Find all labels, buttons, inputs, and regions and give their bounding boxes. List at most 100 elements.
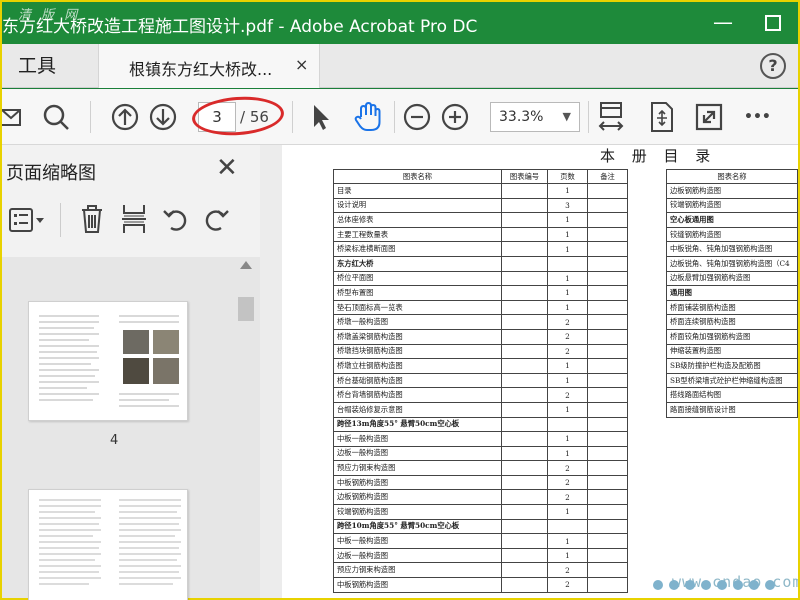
column-header: 图表名称 <box>333 169 502 184</box>
toc-entry-name: 铰缝钢筋构造图 <box>666 226 798 243</box>
table-row: 伸缩装置构造图 <box>666 343 798 360</box>
hand-tool-button[interactable] <box>352 101 384 133</box>
document-view[interactable]: 本 册 目 录 图表名称 图表编号 页数 备注 目录 1 设计说明 3 总体座修表 1 主要… <box>260 145 798 598</box>
toc-entry-number <box>501 270 548 287</box>
thumbnail-scrollbar[interactable] <box>236 257 256 598</box>
page-thumbnail[interactable] <box>28 301 188 421</box>
toc-entry-pages: 1 <box>547 285 588 301</box>
zoom-out-button[interactable] <box>402 101 432 133</box>
toc-entry-pages: 1 <box>547 270 588 287</box>
table-row: 桥台基础钢筋构造图 1 <box>333 372 628 389</box>
toc-entry-name: 中板锐角、钝角加强钢筋构造图 <box>666 241 798 257</box>
watermark-decoration <box>652 575 792 599</box>
toc-entry-name: 预应力钢束构造图 <box>333 562 502 579</box>
toc-entry-note <box>587 547 628 564</box>
select-tool-button[interactable] <box>308 101 332 133</box>
extract-page-button[interactable] <box>120 203 148 239</box>
page-thumbnail[interactable] <box>28 489 188 600</box>
help-button[interactable]: ? <box>760 53 786 79</box>
toc-entry-note <box>587 197 628 214</box>
rotate-ccw-button[interactable] <box>162 203 190 239</box>
table-row: 空心板通用图 <box>666 212 798 228</box>
toc-entry-pages <box>547 255 588 272</box>
toc-entry-number <box>501 212 548 228</box>
table-row: 桥型布置图 1 <box>333 285 628 301</box>
previous-page-button[interactable] <box>110 101 140 133</box>
tab-bar: 工具 根镇东方红大桥改... × ? <box>2 44 798 88</box>
toc-entry-name: 搭线路面结构图 <box>666 387 798 403</box>
toc-entry-number <box>501 577 548 593</box>
toc-entry-name: 边板一般构造图 <box>333 445 502 462</box>
toc-entry-number <box>501 547 548 564</box>
table-row: 边板钢筋构造图 <box>666 183 798 199</box>
toc-entry-pages: 1 <box>547 504 588 520</box>
chevron-down-icon: ▼ <box>562 110 571 123</box>
table-row: 总体座修表 1 <box>333 212 628 228</box>
toc-entry-name: 边板一般构造图 <box>333 547 502 564</box>
toc-entry-name: 跨径13m角度55° 悬臂50cm空心板 <box>333 416 502 433</box>
minus-circle-icon <box>403 103 431 131</box>
scrollbar-thumb[interactable] <box>238 297 254 321</box>
next-page-button[interactable] <box>148 101 178 133</box>
toolbar-separator <box>394 101 395 133</box>
toc-table-right: 图表名称 边板钢筋构造图 铰端钢筋构造图 空心板通用图 铰缝钢筋构造图 中板锐角、钝角加… <box>666 169 798 418</box>
table-row: 桥位平面图 1 <box>333 270 628 287</box>
main-toolbar: 3 / 56 33.3% ▼ ••• <box>1 89 798 145</box>
toc-entry-pages: 1 <box>547 372 588 389</box>
tab-document-label: 根镇东方红大桥改... <box>129 60 273 79</box>
maximize-button[interactable] <box>760 10 786 36</box>
toc-entry-pages: 2 <box>547 328 588 345</box>
tab-tools[interactable]: 工具 <box>2 44 92 88</box>
pdf-page: 本 册 目 录 图表名称 图表编号 页数 备注 目录 1 设计说明 3 总体座修表 1 主要… <box>282 145 798 598</box>
thumbnail-options-button[interactable] <box>8 205 46 239</box>
toc-entry-pages: 1 <box>547 533 588 549</box>
panel-close-button[interactable]: ✕ <box>216 155 238 181</box>
table-row: 桥墩盖梁钢筋构造图 2 <box>333 328 628 345</box>
toc-entry-pages: 1 <box>547 547 588 564</box>
toc-entry-name: 通用图 <box>666 285 798 301</box>
table-row: 跨径10m角度55° 悬臂50cm空心板 <box>333 518 628 535</box>
mail-icon[interactable] <box>1 101 24 133</box>
toc-entry-note <box>587 460 628 476</box>
full-screen-button[interactable] <box>694 101 724 133</box>
search-icon[interactable] <box>42 101 72 133</box>
toc-entry-note <box>587 533 628 549</box>
table-row: 台帽装焰修复示意图 1 <box>333 401 628 418</box>
zoom-in-button[interactable] <box>440 101 470 133</box>
toc-entry-note <box>587 270 628 287</box>
toc-entry-pages: 2 <box>547 577 588 593</box>
delete-page-button[interactable] <box>78 203 106 239</box>
toc-entry-pages: 1 <box>547 226 588 243</box>
zoom-select[interactable]: 33.3% ▼ <box>490 102 580 132</box>
toolbar-separator <box>90 101 91 133</box>
split-page-icon <box>122 205 146 233</box>
tab-close-button[interactable]: × <box>295 55 308 74</box>
thumbnail-list[interactable]: 4 <box>2 257 260 600</box>
toc-entry-name: 桥台基础钢筋构造图 <box>333 372 502 389</box>
toc-entry-note <box>587 255 628 272</box>
table-row: 预应力钢束构造图 2 <box>333 460 628 476</box>
table-row: 垫石顶面标高一览表 1 <box>333 299 628 316</box>
list-options-icon <box>9 208 44 232</box>
toc-entry-note <box>587 241 628 257</box>
toc-entry-note <box>587 387 628 403</box>
minimize-button[interactable]: — <box>710 10 736 36</box>
toc-entry-note <box>587 474 628 491</box>
fit-page-button[interactable] <box>646 101 676 133</box>
table-row: 预应力钢束构造图 2 <box>333 562 628 579</box>
toc-entry-name: 路面接缝钢筋设计图 <box>666 401 798 418</box>
more-tools-button[interactable]: ••• <box>744 101 774 133</box>
toc-entry-name: 目录 <box>333 183 502 199</box>
toc-entry-number <box>501 343 548 360</box>
scroll-up-icon[interactable] <box>240 261 252 269</box>
toc-entry-number <box>501 328 548 345</box>
fit-width-button[interactable] <box>596 101 626 133</box>
toc-entry-pages: 2 <box>547 474 588 491</box>
title-bar: 东方红大桥改造工程施工图设计.pdf - Adobe Acrobat Pro D… <box>2 2 798 44</box>
toc-entry-name: 边板锐角、钝角加强钢筋构造图（C4 <box>666 255 798 272</box>
tab-document[interactable]: 根镇东方红大桥改... × <box>98 44 320 88</box>
rotate-cw-button[interactable] <box>202 203 230 239</box>
toc-entry-name: 桥墩盖梁钢筋构造图 <box>333 328 502 345</box>
toc-entry-pages: 2 <box>547 343 588 360</box>
toc-entry-number <box>501 372 548 389</box>
